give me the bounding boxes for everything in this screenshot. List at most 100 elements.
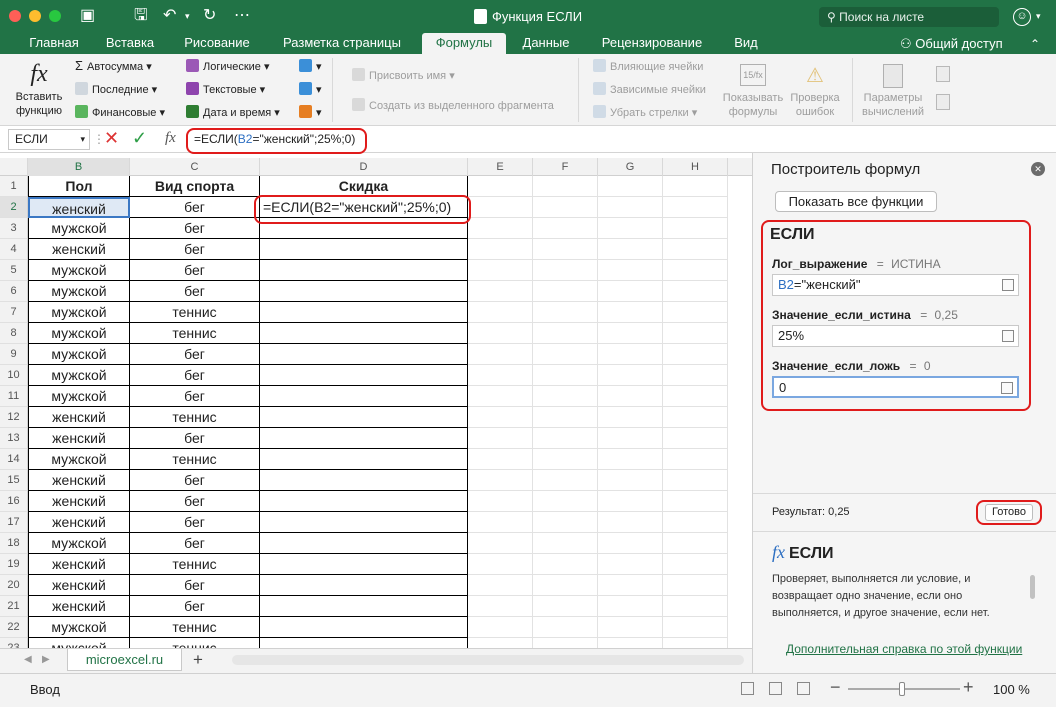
cell-g16[interactable] <box>598 491 663 512</box>
cell-e9[interactable] <box>468 344 533 365</box>
spreadsheet-grid[interactable]: BCDEFGH 1 Пол Вид спорта Скидка 2 женский бег =… <box>0 158 752 648</box>
row-header[interactable]: 9 <box>0 344 28 365</box>
cell-f19[interactable] <box>533 554 598 575</box>
zoom-out-icon[interactable]: − <box>830 677 841 698</box>
cell-b18[interactable]: мужской <box>28 533 130 554</box>
horizontal-scrollbar[interactable] <box>232 655 744 665</box>
cell-d20[interactable] <box>260 575 468 596</box>
corner-select-all[interactable] <box>0 158 28 176</box>
cell-g9[interactable] <box>598 344 663 365</box>
cell-h9[interactable] <box>663 344 728 365</box>
cell-f17[interactable] <box>533 512 598 533</box>
cell-f8[interactable] <box>533 323 598 344</box>
cell-d16[interactable] <box>260 491 468 512</box>
cell-c4[interactable]: бег <box>130 239 260 260</box>
cell-g12[interactable] <box>598 407 663 428</box>
cell-d23[interactable] <box>260 638 468 648</box>
cell-e21[interactable] <box>468 596 533 617</box>
calc-now-icon[interactable] <box>936 66 950 82</box>
row-header[interactable]: 11 <box>0 386 28 407</box>
cell-h3[interactable] <box>663 218 728 239</box>
cell-e22[interactable] <box>468 617 533 638</box>
cell-d9[interactable] <box>260 344 468 365</box>
trace-dependents-button[interactable]: Зависимые ячейки <box>593 82 706 97</box>
more-functions-button[interactable]: ▾ <box>299 105 322 120</box>
row-header[interactable]: 15 <box>0 470 28 491</box>
cell-b8[interactable]: мужской <box>28 323 130 344</box>
cell-d19[interactable] <box>260 554 468 575</box>
cell-g14[interactable] <box>598 449 663 470</box>
cell-c3[interactable]: бег <box>130 218 260 239</box>
cell-f15[interactable] <box>533 470 598 491</box>
smiley-dropdown-icon[interactable]: ▾ <box>1036 6 1041 26</box>
cell-e20[interactable] <box>468 575 533 596</box>
cell-e3[interactable] <box>468 218 533 239</box>
fx-button[interactable]: fx <box>165 130 176 147</box>
row-header[interactable]: 10 <box>0 365 28 386</box>
logical-button[interactable]: Логические ▾ <box>186 59 270 74</box>
row-header[interactable]: 12 <box>0 407 28 428</box>
cell-g5[interactable] <box>598 260 663 281</box>
cell-b22[interactable]: мужской <box>28 617 130 638</box>
cell-f22[interactable] <box>533 617 598 638</box>
arg2-input[interactable]: 25% <box>772 325 1019 347</box>
cell-e12[interactable] <box>468 407 533 428</box>
cell-h12[interactable] <box>663 407 728 428</box>
cell-g11[interactable] <box>598 386 663 407</box>
assign-name-button[interactable]: Присвоить имя ▾ <box>352 68 455 83</box>
cell-h15[interactable] <box>663 470 728 491</box>
row-header[interactable]: 21 <box>0 596 28 617</box>
column-header-c[interactable]: C <box>130 158 260 176</box>
column-header-d[interactable]: D <box>260 158 468 176</box>
cell-c22[interactable]: теннис <box>130 617 260 638</box>
collapse-ribbon-icon[interactable]: ⌃ <box>1030 34 1040 54</box>
cell-e10[interactable] <box>468 365 533 386</box>
cell-c7[interactable]: теннис <box>130 302 260 323</box>
row-header[interactable]: 23 <box>0 638 28 648</box>
cell-e2[interactable] <box>468 197 533 218</box>
cell-e4[interactable] <box>468 239 533 260</box>
cell-b9[interactable]: мужской <box>28 344 130 365</box>
cell-f23[interactable] <box>533 638 598 648</box>
zoom-level[interactable]: 100 % <box>993 682 1030 697</box>
cell-f1[interactable] <box>533 176 598 197</box>
cell-c19[interactable]: теннис <box>130 554 260 575</box>
tab-formulas[interactable]: Формулы <box>422 33 506 54</box>
row-header[interactable]: 7 <box>0 302 28 323</box>
cell-e16[interactable] <box>468 491 533 512</box>
cell-c11[interactable]: бег <box>130 386 260 407</box>
search-input[interactable]: ⚲ Поиск на листе <box>819 7 999 27</box>
normal-view-icon[interactable] <box>741 682 754 695</box>
add-sheet-icon[interactable]: + <box>193 650 203 670</box>
cell-e17[interactable] <box>468 512 533 533</box>
cell-d18[interactable] <box>260 533 468 554</box>
cell-c23[interactable]: теннис <box>130 638 260 648</box>
cell-g1[interactable] <box>598 176 663 197</box>
cell-f13[interactable] <box>533 428 598 449</box>
cell-g3[interactable] <box>598 218 663 239</box>
cell-d14[interactable] <box>260 449 468 470</box>
show-formulas-button[interactable]: 15/fx Показывать формулы <box>718 64 788 119</box>
cell-b16[interactable]: женский <box>28 491 130 512</box>
cell-d7[interactable] <box>260 302 468 323</box>
cell-e18[interactable] <box>468 533 533 554</box>
cell-h18[interactable] <box>663 533 728 554</box>
arg3-input[interactable]: 0 <box>772 376 1019 398</box>
cell-d11[interactable] <box>260 386 468 407</box>
cell-f21[interactable] <box>533 596 598 617</box>
cell-d4[interactable] <box>260 239 468 260</box>
cell-e8[interactable] <box>468 323 533 344</box>
trace-precedents-button[interactable]: Влияющие ячейки <box>593 59 703 74</box>
calc-options-button[interactable]: Параметры вычислений <box>858 64 928 119</box>
row-header[interactable]: 18 <box>0 533 28 554</box>
row-header[interactable]: 3 <box>0 218 28 239</box>
cell-b7[interactable]: мужской <box>28 302 130 323</box>
cell-e7[interactable] <box>468 302 533 323</box>
cell-g19[interactable] <box>598 554 663 575</box>
cell-g6[interactable] <box>598 281 663 302</box>
share-button[interactable]: ⚇ Общий доступ <box>900 34 1003 53</box>
cell-e19[interactable] <box>468 554 533 575</box>
cell-g2[interactable] <box>598 197 663 218</box>
row-header[interactable]: 16 <box>0 491 28 512</box>
page-layout-view-icon[interactable] <box>769 682 782 695</box>
